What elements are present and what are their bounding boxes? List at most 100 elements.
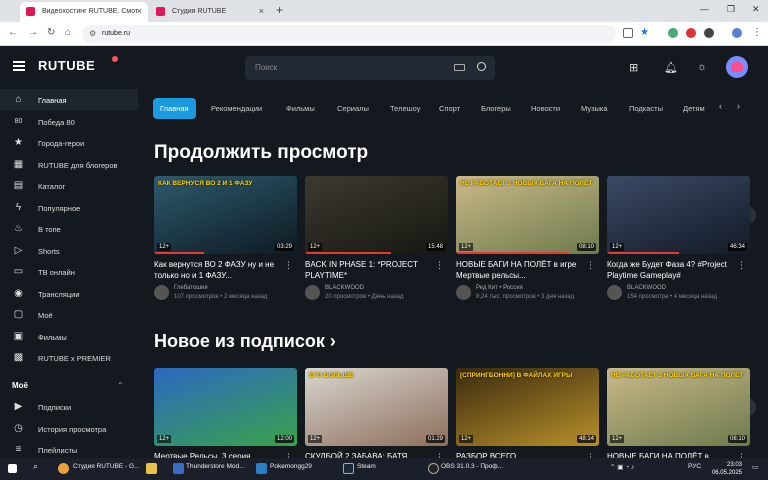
more-options-icon[interactable]: ⋮ [284, 260, 293, 271]
scroll-right-icon[interactable]: › [737, 101, 740, 111]
channel-name[interactable]: BLACKWOOD [627, 285, 666, 291]
taskbar-app-label[interactable]: Thunderstore Mod... [186, 463, 245, 470]
category-tab[interactable]: Фильмы [279, 98, 322, 119]
channel-avatar[interactable] [305, 285, 320, 300]
notifications-icon[interactable]: 🔔︎ [664, 61, 678, 74]
sidebar-item[interactable]: ▤ Каталог [0, 175, 138, 196]
video-card[interactable]: ЕГО БОЛЬШЕ 12+ 01:29 СКУЛБОЙ 2 ЗАБАВА: БАТЯ… [305, 368, 448, 463]
more-options-icon[interactable]: ⋮ [435, 260, 444, 271]
clock[interactable]: 23:03 06.05.2025 [708, 461, 742, 477]
taskbar-app-label[interactable]: Steam [357, 463, 376, 470]
sidebar-item[interactable]: ♨ В топе [0, 218, 138, 239]
scroll-left-icon[interactable]: ‹ [719, 101, 722, 111]
sidebar-item[interactable]: ⌂ Главная [0, 89, 138, 110]
keyboard-icon[interactable] [454, 64, 465, 71]
channel-name[interactable]: Глебатошия [174, 285, 208, 291]
menu-icon[interactable] [13, 61, 25, 71]
sidebar-item[interactable]: ▶ Подписки [0, 396, 138, 417]
category-tab[interactable]: Детям [676, 98, 712, 119]
address-bar[interactable]: ⚙ rutube.ru [82, 25, 616, 43]
video-card[interactable]: НЕ РАБОТАЕТ 3 НОВЫХ БАГА НА ПОЛЁТ 12+ 08:1… [456, 176, 599, 304]
sidebar-item[interactable]: ◉ Трансляции [0, 283, 138, 304]
tab-rutube[interactable]: Видеохостинг RUTUBE. Смот × [20, 2, 148, 22]
folder-icon[interactable] [146, 463, 157, 474]
video-thumbnail[interactable]: 12+ 46:34 [607, 176, 750, 254]
sidebar-item[interactable]: ϟ Популярное [0, 197, 138, 218]
channel-name[interactable]: Ред Кит • Россия [476, 285, 523, 291]
sidebar-item[interactable]: ▦ RUTUBE для блогеров [0, 154, 138, 175]
video-thumbnail[interactable]: ЕГО БОЛЬШЕ 12+ 01:29 [305, 368, 448, 446]
close-tab-icon[interactable]: × [137, 6, 142, 16]
video-card[interactable]: 12+ 15:48 BACK IN PHASE 1: *PROJECT PLAYTI… [305, 176, 448, 304]
steam-icon[interactable] [343, 463, 354, 474]
video-title[interactable]: Как вернутся ВО 2 ФАЗУ ну и не только но… [154, 259, 284, 281]
tab-studio[interactable]: Студия RUTUBE × [150, 2, 270, 22]
category-tab[interactable]: Главная [153, 98, 196, 119]
category-tab[interactable]: Телешоу [383, 98, 427, 119]
sidebar-item[interactable]: ▭ ТВ онлайн [0, 261, 138, 282]
taskbar-app-label[interactable]: Pokemongg29 [270, 463, 312, 470]
profile-avatar[interactable] [732, 28, 742, 38]
channel-avatar[interactable] [154, 285, 169, 300]
obs-icon[interactable] [428, 463, 439, 474]
maximize-button[interactable]: ❐ [727, 4, 735, 15]
extension-icon[interactable] [668, 28, 678, 38]
video-thumbnail[interactable]: НЕ РАБОТАЕТ 3 НОВЫХ БАГА НА ПОЛЁТ 12+ 08:1… [607, 368, 750, 446]
minimize-button[interactable]: — [700, 4, 709, 14]
taskbar-app-label[interactable]: Студия RUTUBE - G... [73, 463, 140, 470]
sidebar-item[interactable]: ▣ Фильмы [0, 326, 138, 347]
video-card[interactable]: 12+ 46:34 Когда же Будет Фаза 4? #Project … [607, 176, 750, 304]
category-tab[interactable]: Новости [524, 98, 567, 119]
taskbar-app-label[interactable]: OBS 31.0.3 - Проф... [441, 463, 503, 470]
sidebar-item[interactable]: ★ Города-герои [0, 132, 138, 153]
video-card[interactable]: [СПРИНГБОННИ] В ФАЙЛАХ ИГРЫ 12+ 48:14 РАЗБО… [456, 368, 599, 463]
windows-start-icon[interactable] [8, 464, 17, 473]
section-title-subscriptions[interactable]: Новое из подписок › [154, 331, 336, 352]
browser-menu-icon[interactable]: ⋮ [752, 27, 762, 38]
sidebar-item[interactable]: ≡ Плейлисты [0, 439, 138, 460]
close-window-button[interactable]: ✕ [752, 4, 760, 15]
video-title[interactable]: Когда же Будет Фаза 4? #Project Playtime… [607, 259, 737, 281]
thunderstore-icon[interactable] [173, 463, 184, 474]
category-tab[interactable]: Музыка [574, 98, 615, 119]
home-browser-icon[interactable]: ⌂ [65, 27, 71, 38]
sidebar-item[interactable]: ▷ Shorts [0, 240, 138, 261]
video-card[interactable]: НЕ РАБОТАЕТ 3 НОВЫХ БАГА НА ПОЛЁТ 12+ 08:1… [607, 368, 750, 463]
category-tab[interactable]: Блогеры [474, 98, 518, 119]
search-input[interactable]: Поиск [245, 56, 495, 80]
video-thumbnail[interactable]: 12+ 15:48 [305, 176, 448, 254]
video-card[interactable]: 12+ 12:00 Мертвые Рельсы. 3 серия ⋮ [154, 368, 297, 463]
category-tab[interactable]: Рекомендации [204, 98, 269, 119]
reload-icon[interactable]: ↻ [47, 27, 55, 38]
notification-center-icon[interactable]: ▭ [752, 463, 758, 471]
channel-avatar[interactable] [456, 285, 471, 300]
user-avatar[interactable] [726, 56, 748, 78]
pokemon-app-icon[interactable] [256, 463, 267, 474]
video-thumbnail[interactable]: КАК ВЕРНУСЯ ВО 2 И 1 ФАЗУ 12+ 03:29 [154, 176, 297, 254]
sidebar-item[interactable]: ▢ Моё [0, 304, 138, 325]
new-tab-button[interactable]: + [276, 3, 283, 17]
chrome-icon[interactable] [58, 463, 69, 474]
channel-avatar[interactable] [607, 285, 622, 300]
close-tab-icon[interactable]: × [259, 6, 264, 16]
more-options-icon[interactable]: ⋮ [586, 260, 595, 271]
sidebar-item[interactable]: ◷ История просмотра [0, 418, 138, 439]
theme-sun-icon[interactable]: ☼ [697, 61, 707, 73]
extension-icon[interactable] [704, 28, 714, 38]
bookmark-star-icon[interactable]: ★ [640, 27, 649, 38]
category-tab[interactable]: Спорт [432, 98, 467, 119]
video-thumbnail[interactable]: НЕ РАБОТАЕТ 3 НОВЫХ БАГА НА ПОЛЁТ 12+ 08:1… [456, 176, 599, 254]
sidebar-item[interactable]: ▩ RUTUBE x PREMIER [0, 347, 138, 368]
video-title[interactable]: НОВЫЕ БАГИ НА ПОЛЁТ в игре Мертвые рельс… [456, 259, 586, 281]
rutube-logo[interactable]: RUTUBE [38, 58, 95, 73]
extension-icon[interactable] [686, 28, 696, 38]
back-icon[interactable]: ← [8, 27, 18, 38]
video-thumbnail[interactable]: [СПРИНГБОННИ] В ФАЙЛАХ ИГРЫ 12+ 48:14 [456, 368, 599, 446]
install-app-icon[interactable] [623, 28, 633, 38]
video-title[interactable]: BACK IN PHASE 1: *PROJECT PLAYTIME* [305, 259, 435, 281]
language-indicator[interactable]: РУС [688, 463, 701, 470]
upload-icon[interactable]: ⊞ [629, 61, 638, 74]
category-tab[interactable]: Сериалы [330, 98, 376, 119]
video-card[interactable]: КАК ВЕРНУСЯ ВО 2 И 1 ФАЗУ 12+ 03:29 Как вер… [154, 176, 297, 304]
channel-name[interactable]: BLACKWOOD [325, 285, 364, 291]
